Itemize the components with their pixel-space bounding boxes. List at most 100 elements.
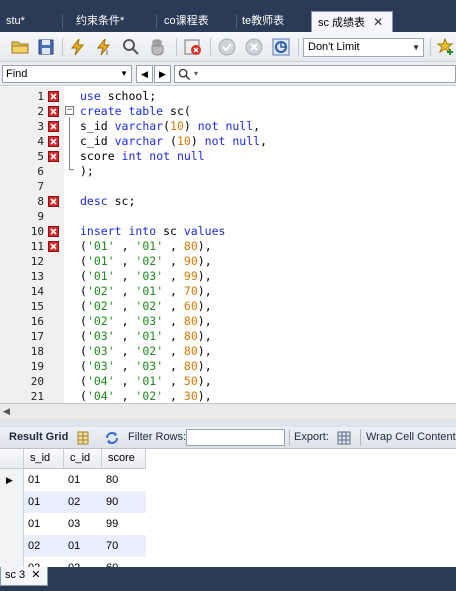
code-text: ('03' , '03' , 80), <box>80 359 212 374</box>
sql-code-editor[interactable]: 1 use school; 2− create table sc(3 s_id varc… <box>0 87 456 403</box>
code-text: s_id varchar(10) not null, <box>80 119 260 134</box>
code-line[interactable]: 10 insert into sc values <box>0 224 456 239</box>
tab-constraints[interactable]: 约束条件* <box>70 11 154 32</box>
chevron-down-icon: ▼ <box>120 69 128 78</box>
column-header-score[interactable]: score <box>102 449 146 469</box>
code-line[interactable]: 7 <box>0 179 456 194</box>
syntax-error-icon[interactable] <box>48 121 59 132</box>
limit-rows-select[interactable]: Don't Limit ▼ <box>303 38 424 57</box>
table-cell[interactable]: 02 <box>24 557 64 567</box>
execute-current-icon[interactable]: I <box>94 37 114 57</box>
table-cell[interactable]: 80 <box>102 469 146 491</box>
code-line[interactable]: 18 ('03' , '02' , 80), <box>0 344 456 359</box>
tab-stu[interactable]: stu* <box>0 11 60 32</box>
code-token: , <box>163 389 184 403</box>
export-icon[interactable] <box>336 430 352 446</box>
table-cell[interactable]: 01 <box>24 513 64 535</box>
panel-splitter[interactable] <box>0 419 456 427</box>
execute-icon[interactable] <box>68 37 88 57</box>
code-line[interactable]: 17 ('03' , '01' , 80), <box>0 329 456 344</box>
code-line[interactable]: 21 ('04' , '02' , 30), <box>0 389 456 403</box>
code-line[interactable]: 13 ('01' , '03' , 99), <box>0 269 456 284</box>
syntax-error-icon[interactable] <box>48 91 59 102</box>
autocommit-icon[interactable] <box>271 37 291 57</box>
find-next-button[interactable]: ▶ <box>154 65 171 83</box>
code-token: , <box>163 254 184 268</box>
toolbar-separator <box>430 38 431 56</box>
code-token: 80 <box>183 359 198 373</box>
code-line[interactable]: 11 ('01' , '01' , 80), <box>0 239 456 254</box>
code-line[interactable]: 9 <box>0 209 456 224</box>
tab-label: 约束条件* <box>76 15 125 27</box>
table-cell[interactable]: 99 <box>102 513 146 535</box>
line-number: 14 <box>30 285 44 298</box>
code-token: 80 <box>183 344 198 358</box>
code-line[interactable]: 16 ('02' , '03' , 80), <box>0 314 456 329</box>
table-cell[interactable]: 03 <box>64 513 102 535</box>
code-line[interactable]: 1 use school; <box>0 89 456 104</box>
refresh-icon[interactable] <box>104 430 120 446</box>
editor-horizontal-scrollbar[interactable]: ◀ <box>0 403 456 419</box>
explain-icon[interactable] <box>121 37 141 57</box>
rollback-icon[interactable] <box>244 37 264 57</box>
table-cell[interactable]: 90 <box>102 491 146 513</box>
syntax-error-icon[interactable] <box>48 151 59 162</box>
code-line[interactable]: 19 ('03' , '03' , 80), <box>0 359 456 374</box>
table-cell[interactable]: 60 <box>102 557 146 567</box>
add-snippet-icon[interactable] <box>436 37 456 57</box>
find-input[interactable]: ▾ <box>174 65 456 83</box>
table-cell[interactable]: 01 <box>64 469 102 491</box>
syntax-error-icon[interactable] <box>48 241 59 252</box>
folder-open-icon[interactable] <box>10 37 30 57</box>
code-token: varchar <box>114 134 164 148</box>
line-number: 3 <box>37 120 44 133</box>
toggle-error-icon[interactable] <box>183 37 203 57</box>
code-line[interactable]: 14 ('02' , '01' , 70), <box>0 284 456 299</box>
table-cell[interactable]: 02 <box>64 491 102 513</box>
find-mode-select[interactable]: Find ▼ <box>2 65 132 83</box>
syntax-error-icon[interactable] <box>48 136 59 147</box>
syntax-error-icon[interactable] <box>48 196 59 207</box>
table-cell[interactable]: 02 <box>24 535 64 557</box>
tab-course[interactable]: co课程表 <box>158 11 234 32</box>
save-icon[interactable] <box>36 37 56 57</box>
fold-toggle-icon[interactable]: − <box>65 106 74 115</box>
tab-sc-scores[interactable]: sc 成绩表 ✕ <box>311 11 393 32</box>
syntax-error-icon[interactable] <box>48 226 59 237</box>
code-token: , <box>163 314 184 328</box>
table-cell[interactable]: 70 <box>102 535 146 557</box>
find-previous-button[interactable]: ◀ <box>136 65 153 83</box>
close-tab-icon[interactable]: ✕ <box>373 12 383 32</box>
code-line[interactable]: 12 ('01' , '02' , 90), <box>0 254 456 269</box>
code-text: ); <box>80 164 94 179</box>
table-cell[interactable]: 01 <box>64 535 102 557</box>
grid-view-icon[interactable] <box>75 430 91 446</box>
code-token: ), <box>197 239 212 253</box>
code-token: ( <box>80 239 87 253</box>
syntax-error-icon[interactable] <box>48 106 59 117</box>
table-cell[interactable]: 02 <box>64 557 102 567</box>
chevron-down-icon: ▼ <box>412 43 420 52</box>
column-header-c-id[interactable]: c_id <box>64 449 102 469</box>
scroll-left-arrow-icon[interactable]: ◀ <box>3 406 10 417</box>
result-tab-sc3[interactable]: sc 3 ✕ <box>0 567 48 586</box>
filter-rows-input[interactable] <box>186 429 285 446</box>
column-header-s-id[interactable]: s_id <box>24 449 64 469</box>
code-line[interactable]: 8 desc sc; <box>0 194 456 209</box>
code-token: 80 <box>183 239 198 253</box>
result-grid-label[interactable]: Result Grid <box>9 431 68 443</box>
stop-icon[interactable] <box>148 37 168 57</box>
code-line[interactable]: 20 ('04' , '01' , 50), <box>0 374 456 389</box>
tab-teacher[interactable]: te教师表 <box>236 11 308 32</box>
code-token: , <box>163 359 184 373</box>
code-token: , <box>163 239 184 253</box>
toolbar-separator <box>210 38 211 56</box>
code-token: 30 <box>183 389 198 403</box>
table-cell[interactable]: 01 <box>24 469 64 491</box>
code-token: '02' <box>135 299 164 313</box>
table-cell[interactable]: 01 <box>24 491 64 513</box>
code-line[interactable]: 15 ('02' , '02' , 60), <box>0 299 456 314</box>
close-tab-icon[interactable]: ✕ <box>31 569 40 581</box>
commit-icon[interactable] <box>217 37 237 57</box>
code-token: , <box>114 359 136 373</box>
